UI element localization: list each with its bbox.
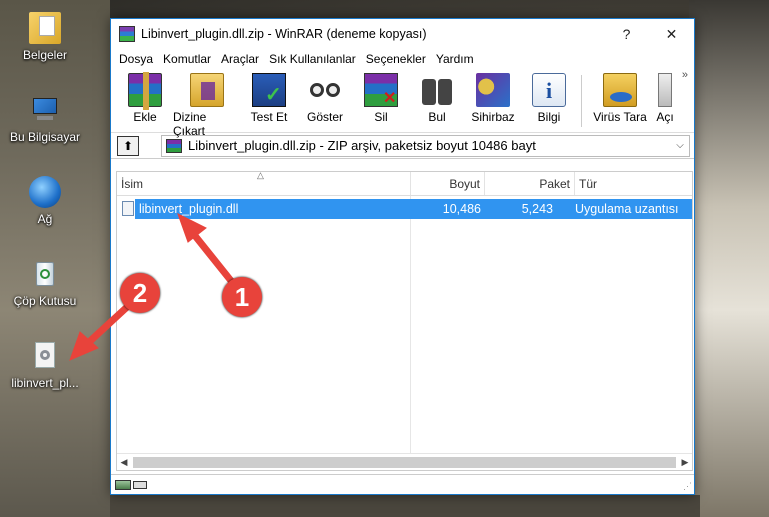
recycle-bin-icon <box>29 258 61 290</box>
column-header-size[interactable]: Boyut <box>411 172 485 195</box>
documents-folder-icon <box>29 12 61 44</box>
add-button[interactable]: Ekle <box>117 69 173 124</box>
menu-bar: Dosya Komutlar Araçlar Sık Kullanılanlar… <box>111 49 694 69</box>
column-label: İsim <box>121 176 143 191</box>
step-1-badge: 1 <box>222 277 262 317</box>
toolbar-label: Bilgi <box>537 110 561 124</box>
column-header-name[interactable]: İsim <box>117 172 411 195</box>
menu-item-options[interactable]: Seçenekler <box>362 52 432 66</box>
list-header: İsim Boyut Paket Tür △ <box>117 170 692 196</box>
menu-item-favorites[interactable]: Sık Kullanılanlar <box>265 52 362 66</box>
info-icon <box>532 73 566 107</box>
menu-item-file[interactable]: Dosya <box>115 52 159 66</box>
desktop-icon-recycle-bin[interactable]: Çöp Kutusu <box>5 258 85 308</box>
toolbar-label: Test Et <box>250 110 288 124</box>
open-icon <box>658 73 672 107</box>
file-list: İsim Boyut Paket Tür △ libinvert_plugin.… <box>116 170 693 471</box>
menu-item-help[interactable]: Yardım <box>432 52 480 66</box>
step-2-badge: 2 <box>120 273 160 313</box>
scrollbar-thumb[interactable] <box>133 456 676 468</box>
table-row[interactable]: libinvert_plugin.dll 10,486 5,243 Uygula… <box>122 199 692 219</box>
up-folder-button[interactable]: ⬆ <box>117 135 139 156</box>
toolbar: Ekle Dizine Çıkart Test Et Göster Sil Bu… <box>111 69 694 138</box>
column-divider <box>410 196 411 454</box>
desktop-icon-label: Ağ <box>37 212 53 226</box>
toolbar-label: Virüs Tara <box>593 110 647 124</box>
cell-packed: 5,243 <box>521 202 553 216</box>
toolbar-label: Göster <box>306 110 343 124</box>
toolbar-label: Sil <box>374 110 388 124</box>
key-icon[interactable] <box>133 480 147 489</box>
cell-type: Uygulama uzantısı <box>575 202 679 216</box>
desktop-wallpaper-bottom <box>110 495 700 517</box>
computer-icon <box>29 94 61 126</box>
scroll-left-icon[interactable]: ◀ <box>117 457 131 468</box>
add-archive-icon <box>128 72 162 110</box>
status-bar: ⋰ <box>111 474 694 494</box>
view-icon <box>308 73 342 107</box>
toolbar-overflow-icon[interactable]: » <box>682 69 688 81</box>
delete-icon <box>364 73 398 108</box>
view-button[interactable]: Göster <box>297 69 353 124</box>
menu-item-tools[interactable]: Araçlar <box>217 52 265 66</box>
open-button[interactable]: Açı <box>654 69 676 124</box>
find-button[interactable]: Bul <box>409 69 465 124</box>
desktop-icon-network[interactable]: Ağ <box>5 176 85 226</box>
virus-scan-button[interactable]: Virüs Tara <box>586 69 654 124</box>
desktop-icon-this-pc[interactable]: Bu Bilgisayar <box>5 94 85 144</box>
desktop-icon-documents[interactable]: Belgeler <box>5 12 85 62</box>
desktop-icon-dll-file[interactable]: libinvert_pl... <box>5 340 85 390</box>
extract-to-button[interactable]: Dizine Çıkart <box>173 69 241 138</box>
column-label: Tür <box>579 176 597 191</box>
info-button[interactable]: Bilgi <box>521 69 577 124</box>
column-header-packed[interactable]: Paket <box>485 172 575 195</box>
cell-size: 10,486 <box>442 202 481 216</box>
winrar-app-icon <box>119 26 135 42</box>
test-icon <box>252 73 286 107</box>
cell-name: libinvert_plugin.dll <box>139 202 239 216</box>
toolbar-label: Bul <box>428 110 446 124</box>
dll-file-icon <box>29 340 61 372</box>
window-title: Libinvert_plugin.dll.zip - WinRAR (denem… <box>141 27 427 41</box>
desktop-icon-label: Belgeler <box>22 48 68 62</box>
address-text: Libinvert_plugin.dll.zip - ZIP arşiv, pa… <box>188 138 536 153</box>
toolbar-label: Açı <box>656 110 674 124</box>
dll-file-icon <box>122 201 134 216</box>
close-button[interactable]: ✕ <box>649 19 694 49</box>
find-icon <box>420 73 454 107</box>
wizard-icon <box>476 73 510 107</box>
toolbar-label: Ekle <box>133 110 157 124</box>
toolbar-separator <box>581 75 582 127</box>
title-bar[interactable]: Libinvert_plugin.dll.zip - WinRAR (denem… <box>111 19 694 49</box>
help-button[interactable]: ? <box>604 19 649 49</box>
toolbar-label: Sihirbaz <box>471 110 515 124</box>
column-header-type[interactable]: Tür <box>575 172 692 195</box>
column-label: Paket <box>539 176 570 191</box>
desktop-wallpaper-right <box>689 0 769 517</box>
delete-button[interactable]: Sil <box>353 69 409 124</box>
desktop-icon-label: Bu Bilgisayar <box>9 130 81 144</box>
desktop-icon-label: libinvert_pl... <box>11 376 79 390</box>
drive-icon[interactable] <box>115 479 131 490</box>
network-icon <box>29 176 61 208</box>
resize-grip-icon[interactable]: ⋰ <box>683 481 692 492</box>
menu-item-commands[interactable]: Komutlar <box>159 52 217 66</box>
horizontal-scrollbar[interactable]: ◀ ▶ <box>117 453 692 470</box>
chevron-down-icon[interactable]: ⌵ <box>671 140 689 151</box>
virus-scan-icon <box>603 73 637 107</box>
sort-ascending-icon: △ <box>257 170 264 180</box>
zip-archive-icon <box>166 138 182 153</box>
scroll-right-icon[interactable]: ▶ <box>678 457 692 468</box>
extract-to-icon <box>190 73 224 107</box>
test-button[interactable]: Test Et <box>241 69 297 124</box>
toolbar-label: Dizine Çıkart <box>173 110 207 138</box>
winrar-window: Libinvert_plugin.dll.zip - WinRAR (denem… <box>110 18 695 495</box>
column-label: Boyut <box>449 176 480 191</box>
wizard-button[interactable]: Sihirbaz <box>465 69 521 124</box>
up-arrow-icon: ⬆ <box>122 138 134 153</box>
desktop-icon-label: Çöp Kutusu <box>13 294 77 308</box>
